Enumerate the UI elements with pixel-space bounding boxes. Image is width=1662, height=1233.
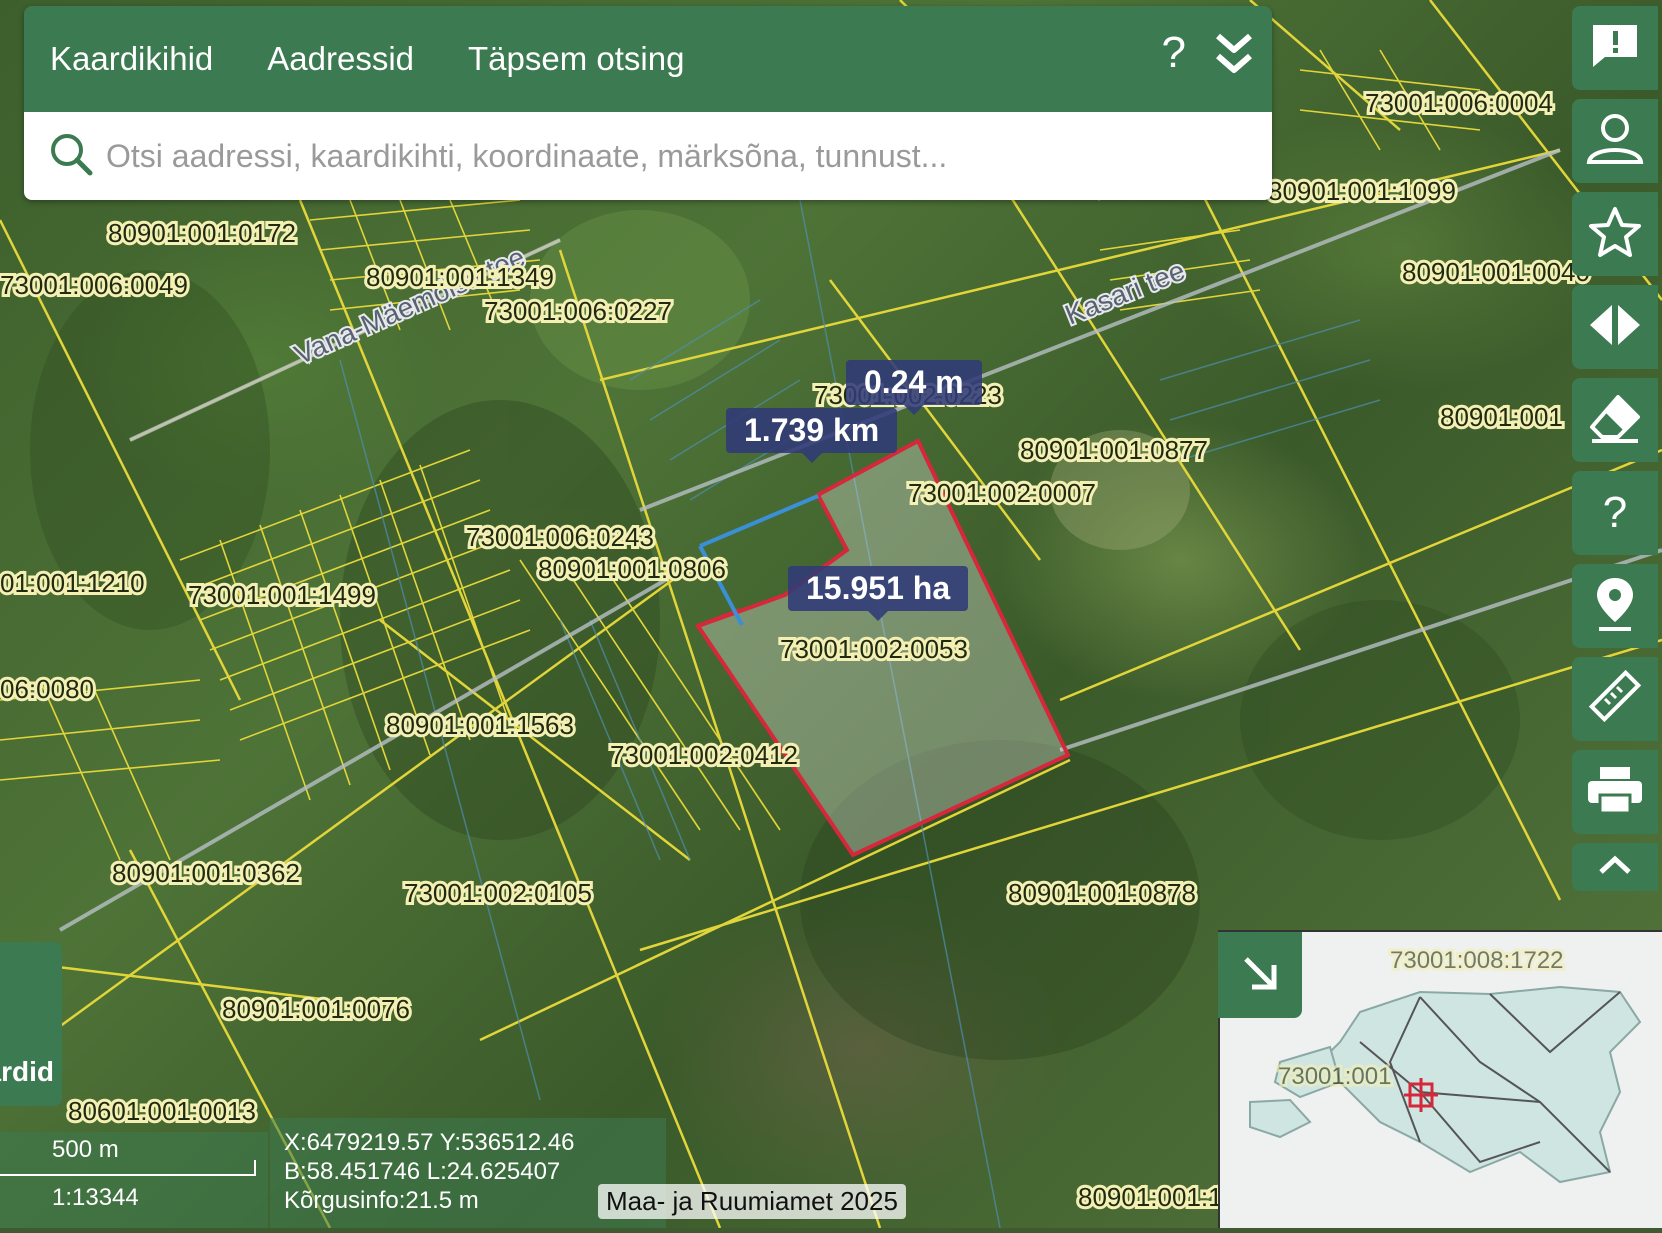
overview-parcel-label-2: 73001:001	[1278, 1063, 1391, 1090]
parcel-label: 73001:002:0007	[908, 478, 1096, 508]
feedback-button[interactable]	[1572, 6, 1658, 90]
print-button[interactable]	[1572, 750, 1658, 834]
help-icon: ?	[1602, 488, 1628, 537]
location-button[interactable]	[1572, 564, 1658, 648]
user-button[interactable]	[1572, 99, 1658, 183]
parcel-label: 80901:001:0877	[1020, 435, 1208, 465]
parcel-label: 80901:001:0806	[538, 554, 726, 584]
measure-segment-label: 0.24 m	[846, 360, 982, 415]
parcel-label: 80901:001:1563	[386, 710, 574, 740]
parcel-label: 73001:006:0227	[484, 296, 672, 326]
search-tabs: Kaardikihid Aadressid Täpsem otsing ?	[24, 6, 1272, 112]
parcel-label: 80901:001:0878	[1008, 878, 1196, 908]
parcel-label: 80901:001:1099	[1268, 176, 1456, 206]
tab-addresses[interactable]: Aadressid	[267, 40, 414, 78]
overview-toggle-button[interactable]	[1218, 932, 1302, 1018]
parcel-label: 73001:006:0049	[0, 270, 188, 300]
arrow-down-right-icon	[1240, 953, 1280, 998]
tab-map-layers[interactable]: Kaardikihid	[50, 40, 213, 78]
scale-box: 500 m 1:13344	[0, 1132, 268, 1228]
ruler-icon	[1587, 669, 1643, 730]
favorites-button[interactable]	[1572, 192, 1658, 276]
search-help-button[interactable]: ?	[1162, 28, 1186, 78]
parcel-label: 73001:002:0105	[404, 878, 592, 908]
search-input[interactable]	[104, 136, 1208, 176]
parcel-label: 80901:001:0362	[112, 858, 300, 888]
cards-tab[interactable]: ardid	[0, 942, 62, 1106]
toolbar-collapse-button[interactable]	[1572, 843, 1658, 891]
scale-distance: 500 m	[52, 1136, 119, 1163]
scale-bar	[0, 1160, 256, 1176]
location-icon	[1595, 576, 1635, 637]
search-icon	[48, 131, 94, 182]
measured-line-blue[interactable]	[699, 494, 819, 548]
print-icon	[1586, 765, 1644, 820]
coords-height: Kõrgusinfo:21.5 m	[284, 1187, 479, 1214]
cards-tab-label: ardid	[0, 1056, 54, 1087]
parcel-label: 73001:006:0243	[466, 522, 654, 552]
coords-xy: X:6479219.57 Y:536512.46	[284, 1129, 575, 1156]
current-position-marker	[1404, 1078, 1438, 1112]
measure-button[interactable]	[1572, 657, 1658, 741]
compare-button[interactable]	[1572, 285, 1658, 369]
eraser-icon	[1588, 393, 1642, 448]
right-toolbar: ?	[1572, 6, 1660, 900]
map-credit: Maa- ja Ruumiamet 2025	[598, 1184, 906, 1219]
feedback-icon	[1589, 21, 1641, 76]
parcel-label: 80901:001	[1440, 402, 1563, 432]
measure-area-label: 15.951 ha	[788, 566, 969, 621]
parcel-label: 73001:001:1499	[188, 580, 376, 610]
parcel-label: 01:001:1210	[0, 568, 145, 598]
coords-bl: B:58.451746 L:24.625407	[284, 1158, 561, 1185]
search-panel: Kaardikihid Aadressid Täpsem otsing ?	[24, 6, 1272, 200]
parcel-label: 73001:002:0412	[610, 740, 798, 770]
parcel-label: 80901:001:0172	[108, 218, 296, 248]
parcel-label: 73001:002:0053	[780, 634, 968, 664]
star-icon	[1587, 205, 1643, 264]
scale-ratio: 1:13344	[52, 1184, 139, 1211]
parcel-label: 73001:006:0004	[1365, 88, 1553, 118]
parcel-label: 06:0080	[0, 674, 94, 704]
parcel-label: 80601:001:0013	[68, 1096, 256, 1126]
search-box	[24, 112, 1272, 200]
measure-length-label: 1.739 km	[726, 408, 898, 463]
parcel-label: 80901:001:1349	[366, 262, 554, 292]
parcel-label: 80901:001:0076	[222, 994, 410, 1024]
help-button[interactable]: ?	[1572, 471, 1658, 555]
compare-icon	[1588, 303, 1642, 352]
parcel-label: 80901:001:0040	[1402, 257, 1590, 287]
chevron-up-icon	[1597, 854, 1633, 881]
overview-parcel-label: 73001:008:1722	[1390, 947, 1564, 974]
tab-advanced-search[interactable]: Täpsem otsing	[468, 40, 684, 78]
user-icon	[1585, 112, 1645, 171]
double-chevron-down-icon[interactable]	[1212, 30, 1256, 85]
eraser-button[interactable]	[1572, 378, 1658, 462]
